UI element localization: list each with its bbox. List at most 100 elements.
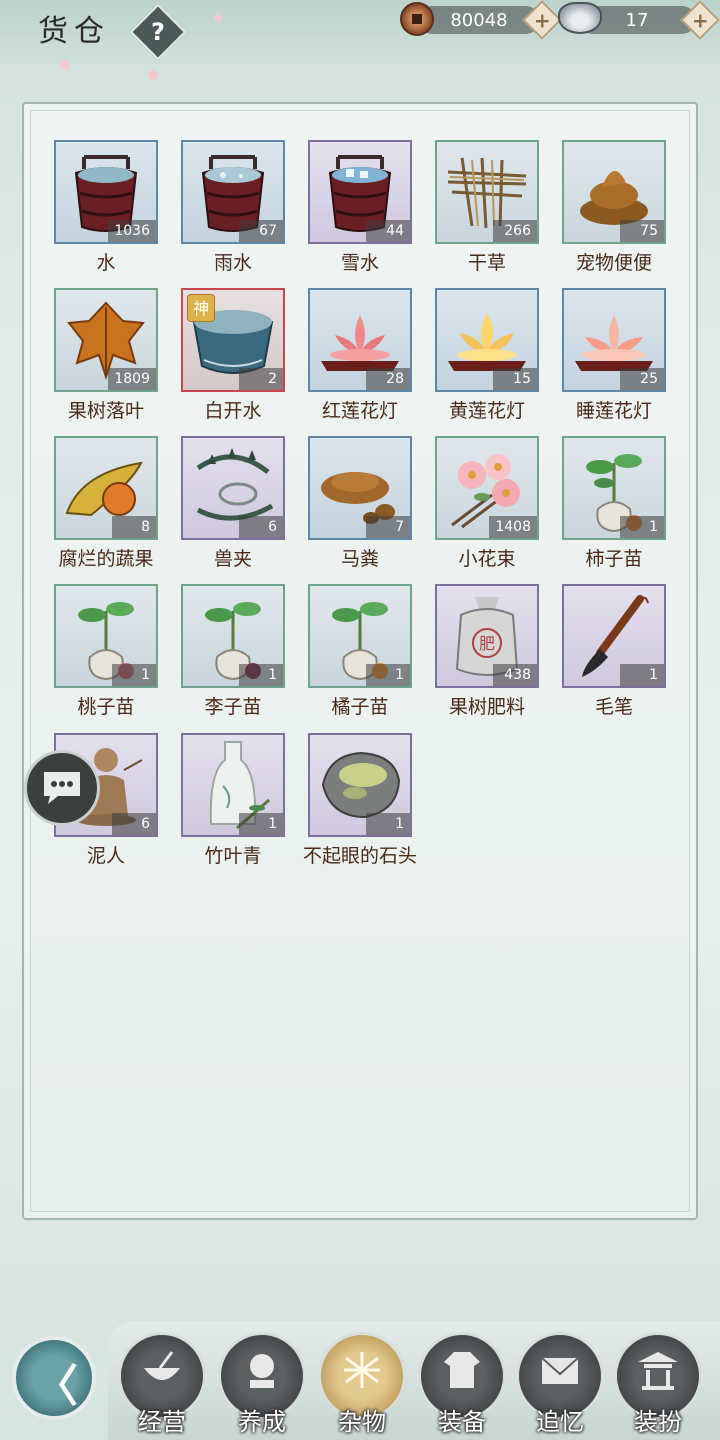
- item-slot[interactable]: 1408: [435, 436, 539, 540]
- item-slot[interactable]: 15: [435, 288, 539, 392]
- inventory-item[interactable]: 44 雪水: [300, 140, 420, 280]
- item-slot[interactable]: 67: [181, 140, 285, 244]
- item-count: 1: [366, 664, 410, 686]
- tab-label: 追忆: [536, 1408, 584, 1436]
- item-name: 腐烂的蔬果: [58, 548, 154, 570]
- inventory-item[interactable]: 75 宠物便便: [554, 140, 674, 280]
- inventory-item[interactable]: 1809 果树落叶: [46, 288, 166, 428]
- inventory-item[interactable]: 1 李子苗: [173, 584, 293, 724]
- item-name: 雪水: [340, 252, 379, 274]
- item-name: 马粪: [340, 548, 379, 570]
- copper-amount: 80048: [450, 9, 508, 31]
- inventory-item[interactable]: 266 干草: [427, 140, 547, 280]
- inventory-item[interactable]: 1 柿子苗: [554, 436, 674, 576]
- inventory-item[interactable]: 神 2 白开水: [173, 288, 293, 428]
- svg-text:肥: 肥: [479, 634, 495, 653]
- inventory-item[interactable]: 15 黄莲花灯: [427, 288, 547, 428]
- divine-badge: 神: [187, 294, 215, 322]
- inventory-item[interactable]: 1 竹叶青: [173, 733, 293, 873]
- item-count: 1036: [108, 220, 156, 242]
- item-count: 1: [112, 664, 156, 686]
- item-slot[interactable]: 1: [562, 436, 666, 540]
- item-name: 干草: [467, 252, 506, 274]
- tab-dress-up[interactable]: 装扮: [614, 1332, 702, 1436]
- inventory-item[interactable]: 6 兽夹: [173, 436, 293, 576]
- inventory-item[interactable]: 28 红莲花灯: [300, 288, 420, 428]
- letter-icon: [541, 1357, 579, 1384]
- item-count: 1: [620, 664, 664, 686]
- tab-label: 养成: [238, 1408, 286, 1436]
- chat-button[interactable]: [24, 750, 100, 826]
- pet-poop-icon: [580, 170, 648, 225]
- back-button[interactable]: [12, 1336, 96, 1420]
- silver-ingot-icon: [558, 2, 602, 34]
- item-name: 白开水: [204, 400, 262, 422]
- inventory-item[interactable]: 肥 438 果树肥料: [427, 584, 547, 724]
- inventory-item[interactable]: 1408 小花束: [427, 436, 547, 576]
- tab-cultivate[interactable]: 养成: [218, 1332, 306, 1436]
- item-slot[interactable]: 1: [562, 584, 666, 688]
- yellow-lotus-lamp-icon: [448, 313, 526, 371]
- robe-icon: [444, 1352, 480, 1388]
- inventory-item[interactable]: 1036 水: [46, 140, 166, 280]
- item-count: 28: [366, 368, 410, 390]
- item-slot[interactable]: 1: [308, 584, 412, 688]
- item-count: 1: [239, 813, 283, 835]
- water-lily-lamp-icon: [575, 315, 653, 371]
- item-count: 1408: [489, 516, 537, 538]
- item-count: 1: [366, 813, 410, 835]
- inventory-item[interactable]: 25 睡莲花灯: [554, 288, 674, 428]
- help-button[interactable]: ?: [129, 3, 187, 61]
- question-icon: ?: [151, 17, 165, 46]
- item-slot[interactable]: 75: [562, 140, 666, 244]
- tab-equipment[interactable]: 装备: [418, 1332, 506, 1436]
- item-slot[interactable]: 1809: [54, 288, 158, 392]
- item-slot[interactable]: 神 2: [181, 288, 285, 392]
- item-name: 雨水: [213, 252, 252, 274]
- item-count: 266: [493, 220, 537, 242]
- inventory-item[interactable]: 1 不起眼的石头: [300, 733, 420, 873]
- item-count: 6: [112, 813, 156, 835]
- inventory-item[interactable]: 7 马粪: [300, 436, 420, 576]
- tab-label: 装备: [438, 1408, 486, 1436]
- item-slot[interactable]: 25: [562, 288, 666, 392]
- inventory-item[interactable]: 1 桃子苗: [46, 584, 166, 724]
- tab-label: 经营: [138, 1408, 186, 1436]
- item-slot[interactable]: 1036: [54, 140, 158, 244]
- item-slot[interactable]: 44: [308, 140, 412, 244]
- item-slot[interactable]: 1: [181, 584, 285, 688]
- item-slot[interactable]: 1: [308, 733, 412, 837]
- item-name: 宠物便便: [575, 252, 652, 274]
- copper-coin-icon: [400, 2, 434, 36]
- item-count: 15: [493, 368, 537, 390]
- tab-memories[interactable]: 追忆: [516, 1332, 604, 1436]
- blossom-decoration: [214, 14, 222, 22]
- item-slot[interactable]: 1: [181, 733, 285, 837]
- plus-icon: +: [533, 7, 551, 32]
- inventory-item[interactable]: 1 橘子苗: [300, 584, 420, 724]
- item-slot[interactable]: 28: [308, 288, 412, 392]
- item-name: 水: [96, 252, 116, 274]
- item-slot[interactable]: 8: [54, 436, 158, 540]
- item-name: 果树落叶: [67, 400, 144, 422]
- silver-amount: 17: [625, 9, 649, 31]
- inventory-item[interactable]: 1 毛笔: [554, 584, 674, 724]
- inventory-item[interactable]: 8 腐烂的蔬果: [46, 436, 166, 576]
- item-count: 1: [620, 516, 664, 538]
- item-slot[interactable]: 7: [308, 436, 412, 540]
- chat-bubble-icon: [44, 772, 80, 804]
- item-name: 红莲花灯: [321, 400, 398, 422]
- tab-misc[interactable]: 杂物: [318, 1332, 406, 1436]
- item-slot[interactable]: 1: [54, 584, 158, 688]
- blossom-decoration: [148, 70, 158, 80]
- item-slot[interactable]: 266: [435, 140, 539, 244]
- item-slot[interactable]: 肥 438: [435, 584, 539, 688]
- hay-bundle-icon: [344, 1352, 380, 1388]
- item-name: 不起眼的石头: [302, 845, 417, 867]
- item-slot[interactable]: 6: [181, 436, 285, 540]
- tab-business[interactable]: 经营: [118, 1332, 206, 1436]
- item-count: 75: [620, 220, 664, 242]
- inventory-item[interactable]: 67 雨水: [173, 140, 293, 280]
- top-bar: 货仓 ? 80048 + 17 +: [0, 0, 720, 80]
- item-name: 黄莲花灯: [448, 400, 525, 422]
